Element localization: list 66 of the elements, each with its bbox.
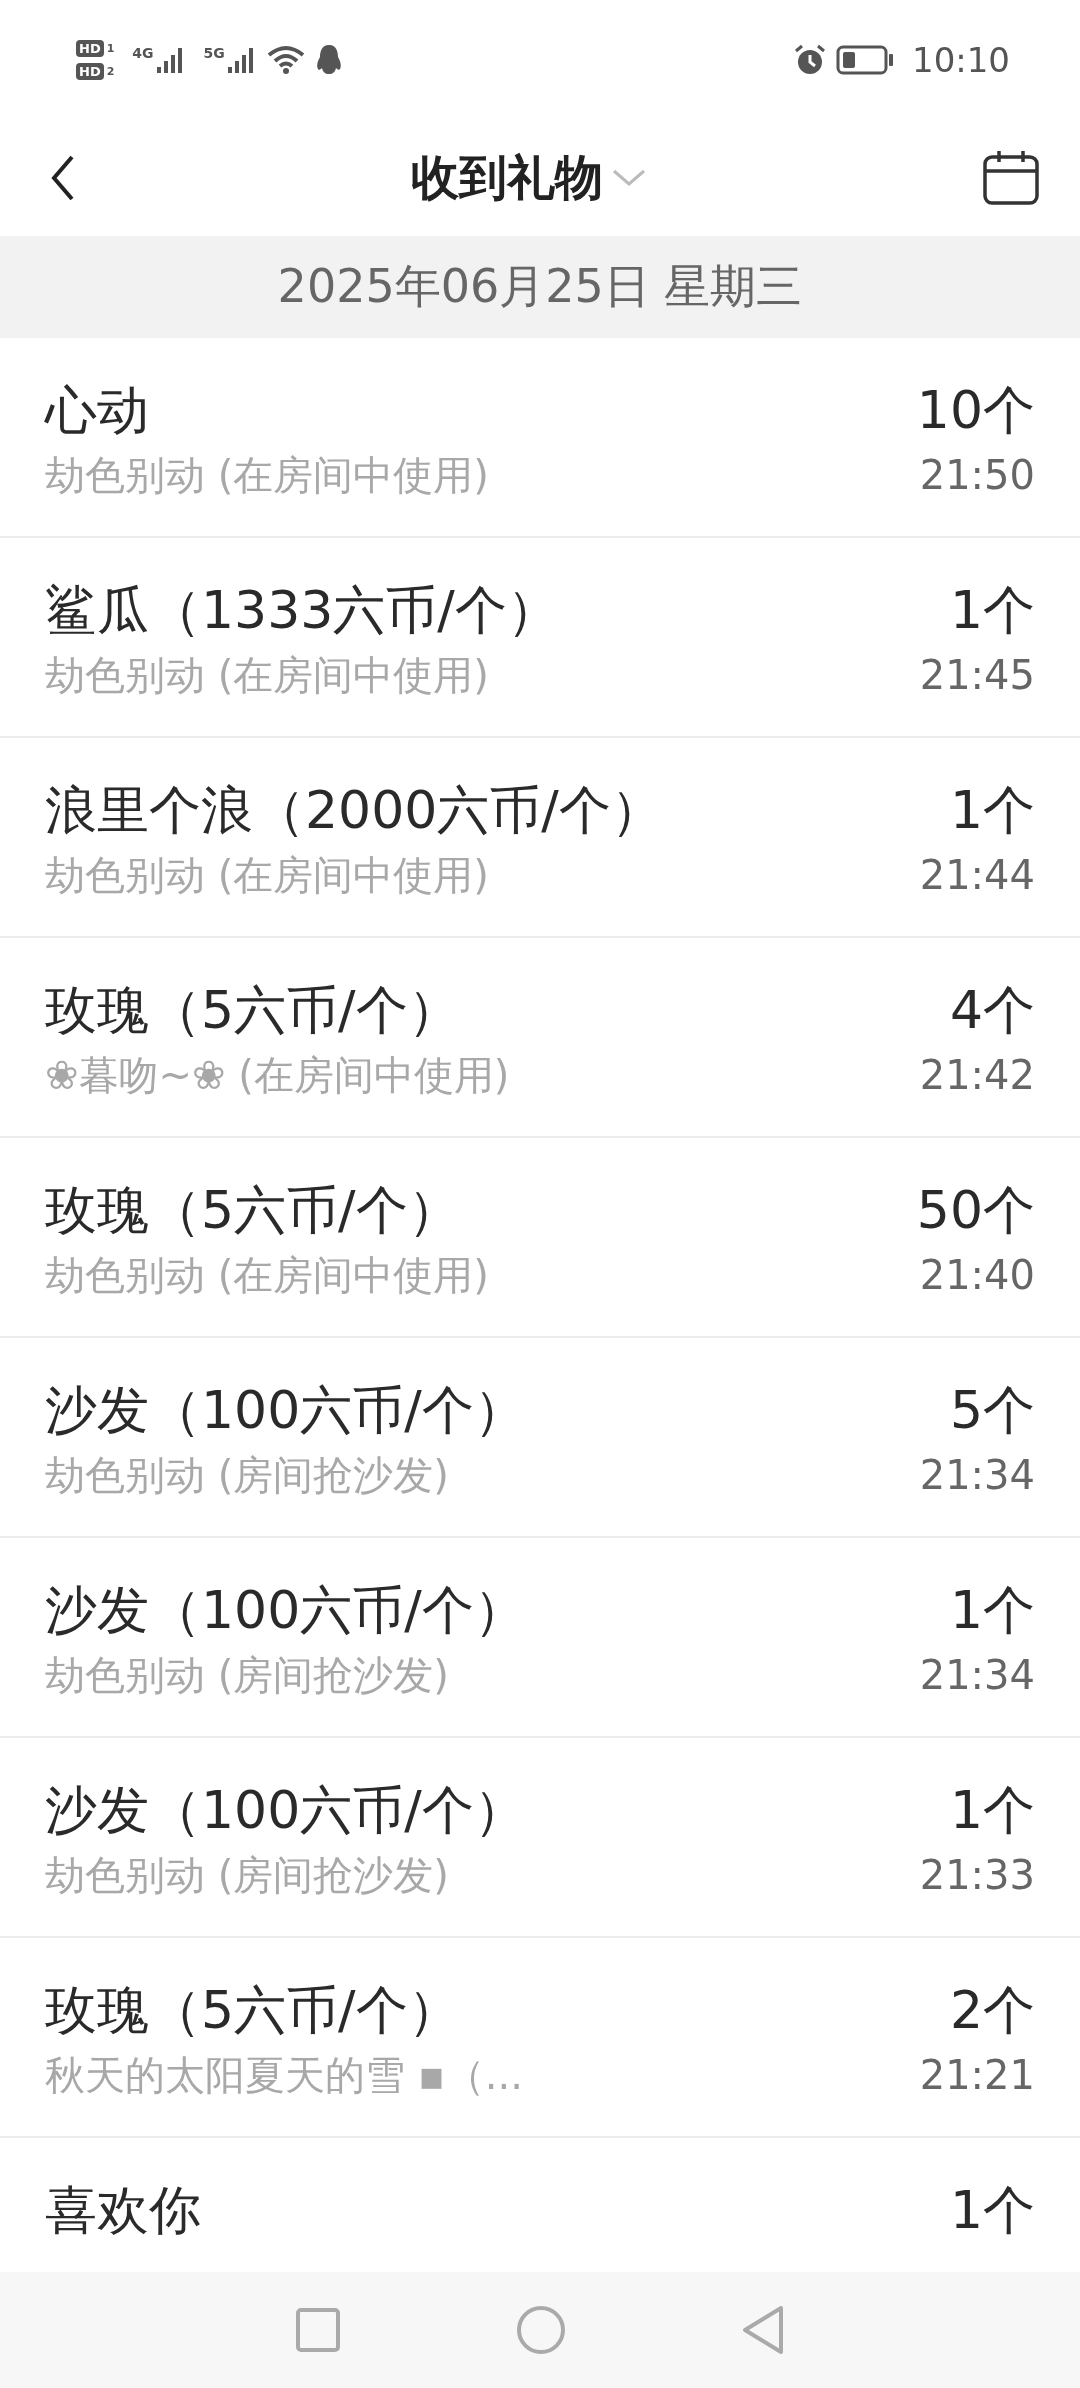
- calendar-icon[interactable]: [982, 149, 1040, 207]
- gift-name: 玫瑰（5六币/个）: [45, 979, 461, 1042]
- gift-count: 2个: [949, 1979, 1035, 2042]
- gift-source: 劫色别动 (房间抢沙发): [45, 1451, 450, 1500]
- gift-source: 劫色别动 (房间抢沙发): [45, 1651, 450, 1700]
- gift-time: 21:44: [919, 851, 1035, 900]
- gift-count: 1个: [949, 779, 1035, 842]
- hd-badge: HD: [76, 63, 104, 80]
- gift-count: 10个: [916, 379, 1035, 442]
- gift-record[interactable]: 心动 劫色别动 (在房间中使用) 10个 21:50: [0, 338, 1080, 538]
- gift-count: 50个: [916, 1179, 1035, 1242]
- sim-slot: 2: [106, 65, 115, 78]
- gift-source: 劫色别动 (在房间中使用): [45, 851, 490, 900]
- gift-name: 沙发（100六币/个）: [45, 1379, 526, 1442]
- gift-record[interactable]: 玫瑰（5六币/个） ❀暮吻~❀ (在房间中使用) 4个 21:42: [0, 938, 1080, 1138]
- gift-source: 劫色别动 (在房间中使用): [45, 1251, 489, 1300]
- gift-source: 秋天的太阳夏天的雪 ▪（...: [45, 2051, 523, 2100]
- gift-time: 21:40: [919, 1251, 1035, 1300]
- battery-icon: [836, 45, 894, 75]
- gift-count: 1个: [949, 2179, 1035, 2242]
- gift-count: 1个: [949, 1579, 1035, 1642]
- penguin-icon: [314, 44, 343, 76]
- network-type: 5G: [203, 45, 225, 61]
- page-title[interactable]: 收到礼物: [411, 146, 603, 210]
- gift-count: 4个: [949, 979, 1035, 1042]
- clock-time: 10:10: [912, 40, 1010, 80]
- gift-source: ❀暮吻~❀ (在房间中使用): [45, 1051, 510, 1100]
- back-icon[interactable]: [50, 154, 76, 202]
- back-nav-icon[interactable]: [741, 2305, 785, 2355]
- gift-record[interactable]: 鲨瓜（1333六币/个） 劫色别动 (在房间中使用) 1个 21:45: [0, 538, 1080, 738]
- caret-icon[interactable]: [611, 168, 647, 188]
- home-icon[interactable]: [516, 2305, 566, 2355]
- gift-record[interactable]: 玫瑰（5六币/个） 劫色别动 (在房间中使用) 50个 21:40: [0, 1138, 1080, 1338]
- gift-time: 21:34: [919, 1451, 1035, 1500]
- date-header: 2025年06月25日 星期三: [0, 236, 1080, 338]
- recents-icon[interactable]: [295, 2307, 341, 2353]
- gift-time: 21:33: [919, 1851, 1035, 1900]
- gift-source: 劫色别动 (在房间中使用): [45, 651, 490, 700]
- network-type: 4G: [132, 45, 154, 61]
- gift-count: 1个: [949, 1779, 1035, 1842]
- alarm-icon: [794, 44, 826, 76]
- gift-time: 21:34: [919, 1651, 1035, 1700]
- gift-name: 鲨瓜（1333六币/个）: [45, 579, 559, 642]
- hd-badge: HD: [76, 40, 104, 57]
- gift-name: 玫瑰（5六币/个）: [45, 1979, 461, 2042]
- gift-record[interactable]: 沙发（100六币/个） 劫色别动 (房间抢沙发) 5个 21:34: [0, 1338, 1080, 1538]
- gift-record[interactable]: 玫瑰（5六币/个） 秋天的太阳夏天的雪 ▪（... 2个 21:21: [0, 1938, 1080, 2138]
- gift-time: 21:42: [919, 1051, 1035, 1100]
- gift-name: 沙发（100六币/个）: [45, 1779, 526, 1842]
- gift-time: 21:21: [919, 2051, 1035, 2100]
- gift-count: 1个: [949, 579, 1035, 642]
- sim-slot: 1: [106, 42, 115, 55]
- wifi-icon: [266, 45, 305, 75]
- gift-name: 浪里个浪（2000六币/个）: [45, 779, 663, 842]
- gift-record[interactable]: 沙发（100六币/个） 劫色别动 (房间抢沙发) 1个 21:34: [0, 1538, 1080, 1738]
- gift-source: 劫色别动 (房间抢沙发): [45, 1851, 450, 1900]
- gift-count: 5个: [949, 1379, 1035, 1442]
- gift-name: 心动: [45, 379, 150, 442]
- gift-name: 沙发（100六币/个）: [45, 1579, 526, 1642]
- gift-name: 玫瑰（5六币/个）: [45, 1179, 461, 1242]
- gift-source: 劫色别动 (在房间中使用): [45, 451, 489, 500]
- gift-time: 21:45: [919, 651, 1035, 700]
- gift-record[interactable]: 沙发（100六币/个） 劫色别动 (房间抢沙发) 1个 21:33: [0, 1738, 1080, 1938]
- gift-time: 21:50: [919, 451, 1035, 500]
- gift-record[interactable]: 浪里个浪（2000六币/个） 劫色别动 (在房间中使用) 1个 21:44: [0, 738, 1080, 938]
- gift-name: 喜欢你: [45, 2179, 201, 2242]
